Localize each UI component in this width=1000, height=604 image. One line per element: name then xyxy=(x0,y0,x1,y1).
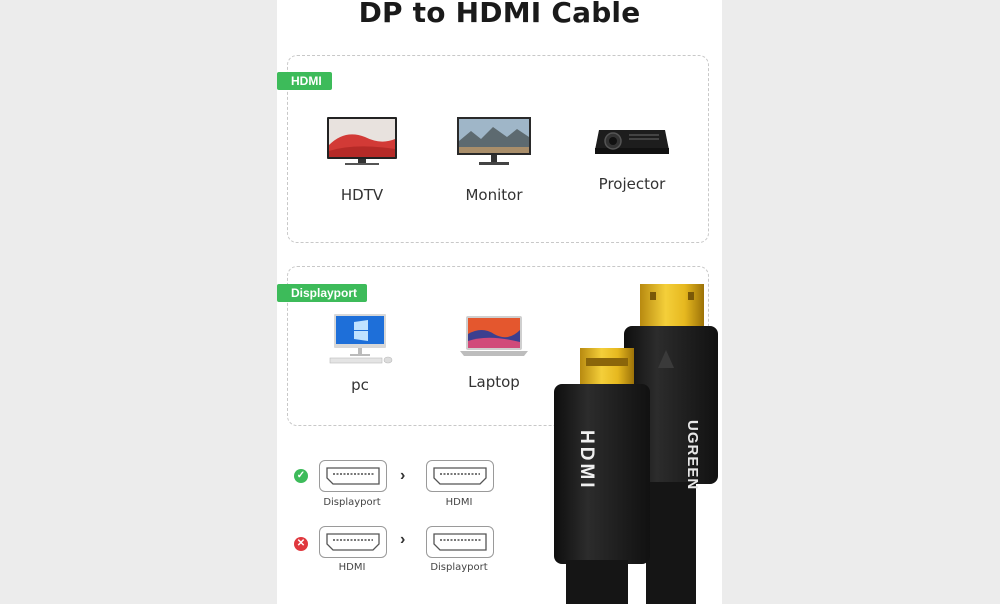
hdmi-tag: HDMI xyxy=(277,72,332,90)
connector-logo: HDMI xyxy=(576,430,597,491)
port-label: Displayport xyxy=(323,497,381,508)
projector-icon xyxy=(595,130,669,154)
hdmi-port-icon xyxy=(319,526,387,558)
tv-icon xyxy=(327,117,397,165)
port-label: Displayport xyxy=(430,562,488,573)
displayport-port-icon xyxy=(319,460,387,492)
hdmi-port-icon xyxy=(426,460,494,492)
device-pc: pc xyxy=(315,313,405,394)
unsupported-cross-icon: ✕ xyxy=(294,537,308,551)
chevron-right-icon: › xyxy=(400,531,406,548)
page-title: DP to HDMI Cable xyxy=(358,0,641,29)
displayport-port-icon xyxy=(426,526,494,558)
device-label: pc xyxy=(351,376,369,394)
supported-check-icon: ✓ xyxy=(294,469,308,483)
device-hdtv: HDTV xyxy=(317,115,407,204)
brand-logo: UGREEN xyxy=(684,420,701,491)
monitor-icon xyxy=(457,117,531,165)
chevron-right-icon: › xyxy=(400,467,406,484)
device-label: Laptop xyxy=(468,373,520,391)
product-image-panel: DP to HDMI Cable HDMI HDTV Monitor Proje… xyxy=(277,0,722,604)
device-laptop: Laptop xyxy=(449,314,539,391)
port-label: HDMI xyxy=(445,497,473,508)
laptop-icon xyxy=(460,316,528,356)
device-label: HDTV xyxy=(340,186,384,204)
desktop-pc-icon xyxy=(329,314,393,364)
device-projector: Projector xyxy=(587,122,677,193)
device-label: Projector xyxy=(598,175,666,193)
displayport-tag: Displayport xyxy=(277,284,368,302)
device-monitor: Monitor xyxy=(449,115,539,204)
device-label: Monitor xyxy=(465,186,523,204)
port-label: HDMI xyxy=(338,562,366,573)
